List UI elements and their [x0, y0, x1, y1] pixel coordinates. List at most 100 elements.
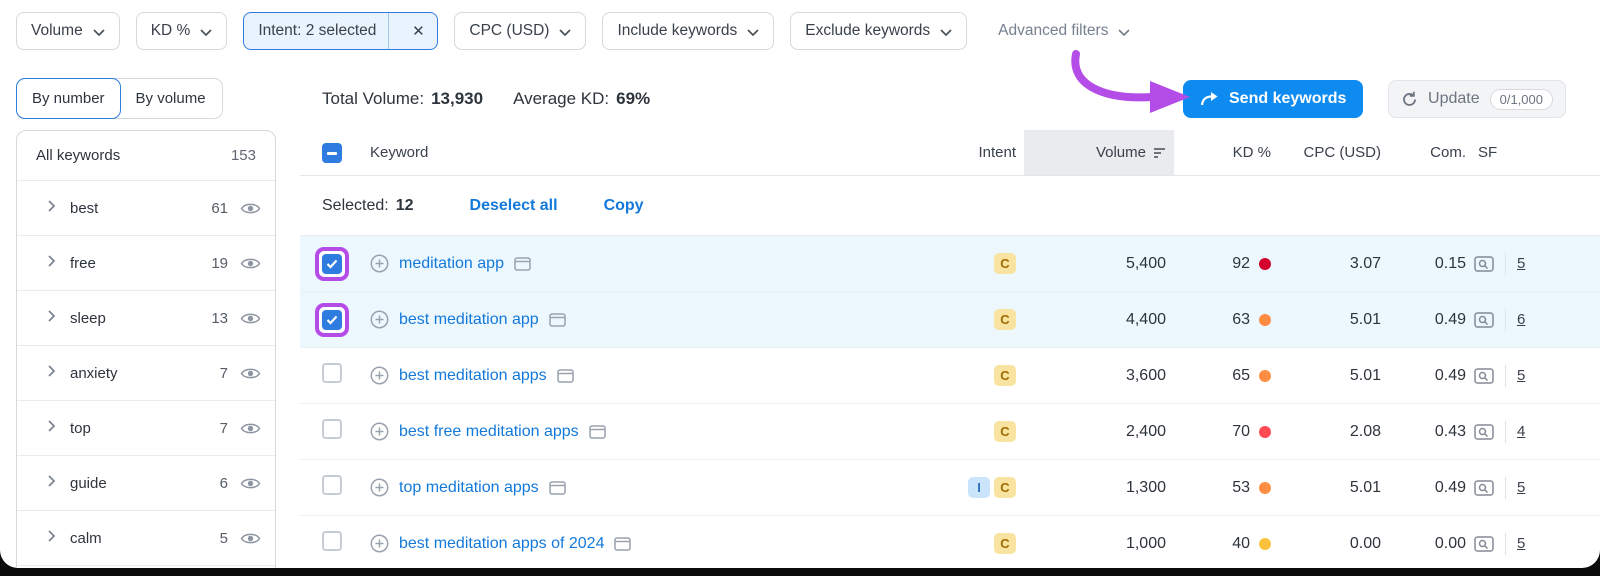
- group-label: calm: [70, 530, 220, 547]
- tab-by-volume[interactable]: By volume: [120, 79, 222, 118]
- keyword-link[interactable]: best meditation apps: [399, 367, 547, 385]
- serp-features-icon[interactable]: [1474, 256, 1494, 272]
- row-checkbox[interactable]: [322, 419, 342, 439]
- eye-icon[interactable]: [240, 201, 261, 216]
- chevron-right-icon[interactable]: [47, 199, 56, 218]
- group-label: best: [70, 200, 211, 217]
- sf-count-link[interactable]: 5: [1517, 367, 1525, 384]
- sidebar-item-group[interactable]: best 61: [17, 181, 275, 236]
- sf-count-link[interactable]: 6: [1517, 311, 1525, 328]
- eye-icon[interactable]: [240, 476, 261, 491]
- add-keyword-icon[interactable]: [370, 310, 389, 329]
- add-keyword-icon[interactable]: [370, 254, 389, 273]
- divider: [1505, 365, 1506, 387]
- filter-cpc[interactable]: CPC (USD): [454, 12, 586, 50]
- add-keyword-icon[interactable]: [370, 478, 389, 497]
- sf-count-link[interactable]: 4: [1517, 423, 1525, 440]
- annotation-highlight: [315, 247, 349, 281]
- sidebar-item-all-keywords[interactable]: All keywords 153: [17, 131, 275, 181]
- eye-icon[interactable]: [240, 421, 261, 436]
- chevron-down-icon: [940, 29, 952, 36]
- table-row[interactable]: best meditation apps C 3,600 65 5.01 0.4…: [300, 348, 1600, 404]
- keyword-groups-panel: All keywords 153 best 61 free 19 sleep 1…: [16, 130, 276, 568]
- serp-preview-icon[interactable]: [589, 425, 606, 439]
- eye-icon[interactable]: [240, 311, 261, 326]
- chevron-right-icon[interactable]: [47, 309, 56, 328]
- eye-icon[interactable]: [240, 366, 261, 381]
- add-keyword-icon[interactable]: [370, 422, 389, 441]
- filter-exclude-keywords[interactable]: Exclude keywords: [790, 12, 967, 50]
- sf-count-link[interactable]: 5: [1517, 479, 1525, 496]
- select-all-checkbox[interactable]: [322, 143, 342, 163]
- chevron-right-icon[interactable]: [47, 529, 56, 548]
- sidebar-item-group[interactable]: anxiety 7: [17, 346, 275, 401]
- sf-count-link[interactable]: 5: [1517, 255, 1525, 272]
- filter-intent[interactable]: Intent: 2 selected ✕: [243, 12, 438, 50]
- average-kd-label: Average KD:: [513, 89, 609, 109]
- copy-link[interactable]: Copy: [604, 197, 644, 215]
- deselect-all-link[interactable]: Deselect all: [470, 197, 558, 215]
- intent-badge: C: [994, 421, 1016, 442]
- keyword-link[interactable]: best meditation apps of 2024: [399, 535, 604, 553]
- table-row[interactable]: best free meditation apps C 2,400 70 2.0…: [300, 404, 1600, 460]
- filter-include-keywords[interactable]: Include keywords: [602, 12, 774, 50]
- cpc-value: 3.07: [1279, 255, 1389, 273]
- keyword-link[interactable]: meditation app: [399, 255, 504, 273]
- row-checkbox[interactable]: [322, 254, 342, 274]
- column-header-volume[interactable]: Volume: [1024, 130, 1174, 175]
- serp-features-icon[interactable]: [1474, 536, 1494, 552]
- filter-volume[interactable]: Volume: [16, 12, 120, 50]
- serp-preview-icon[interactable]: [557, 369, 574, 383]
- chevron-right-icon[interactable]: [47, 474, 56, 493]
- group-count: 5: [220, 530, 228, 547]
- send-keywords-button[interactable]: Send keywords: [1183, 80, 1363, 118]
- cpc-value: 5.01: [1279, 311, 1389, 329]
- filter-kd[interactable]: KD %: [136, 12, 228, 50]
- group-label: top: [70, 420, 220, 437]
- table-row[interactable]: top meditation apps I C 1,300 53 5.01 0.…: [300, 460, 1600, 516]
- sidebar-item-group[interactable]: sleep 13: [17, 291, 275, 346]
- add-keyword-icon[interactable]: [370, 534, 389, 553]
- keyword-link[interactable]: best free meditation apps: [399, 423, 579, 441]
- volume-value: 1,000: [1024, 535, 1174, 553]
- annotation-highlight: [315, 303, 349, 337]
- serp-features-icon[interactable]: [1474, 312, 1494, 328]
- serp-preview-icon[interactable]: [549, 481, 566, 495]
- table-row[interactable]: meditation app C 5,400 92 3.07 0.15 5: [300, 236, 1600, 292]
- update-button[interactable]: Update 0/1,000: [1388, 80, 1566, 118]
- group-sort-toggle: By number By volume: [16, 78, 223, 119]
- serp-features-icon[interactable]: [1474, 424, 1494, 440]
- sidebar-item-group[interactable]: free 19: [17, 236, 275, 291]
- close-icon[interactable]: ✕: [399, 13, 437, 49]
- table-row[interactable]: best meditation apps of 2024 C 1,000 40 …: [300, 516, 1600, 568]
- sidebar-item-group[interactable]: calm 5: [17, 511, 275, 566]
- results-table: Keyword Intent Volume KD % CPC (USD) Com…: [300, 130, 1600, 568]
- row-checkbox[interactable]: [322, 363, 342, 383]
- chevron-right-icon[interactable]: [47, 419, 56, 438]
- filter-advanced[interactable]: Advanced filters: [983, 12, 1145, 50]
- table-row[interactable]: best meditation app C 4,400 63 5.01 0.49…: [300, 292, 1600, 348]
- chevron-right-icon[interactable]: [47, 254, 56, 273]
- tab-by-number[interactable]: By number: [16, 78, 121, 119]
- keyword-link[interactable]: best meditation app: [399, 311, 539, 329]
- all-keywords-count: 153: [231, 147, 256, 164]
- row-checkbox[interactable]: [322, 310, 342, 330]
- chevron-right-icon[interactable]: [47, 364, 56, 383]
- sidebar-item-group[interactable]: guide 6: [17, 456, 275, 511]
- column-header-kd: KD %: [1174, 144, 1279, 161]
- serp-preview-icon[interactable]: [514, 257, 531, 271]
- sidebar-item-group[interactable]: top 7: [17, 401, 275, 456]
- serp-preview-icon[interactable]: [614, 537, 631, 551]
- row-checkbox[interactable]: [322, 475, 342, 495]
- sf-count-link[interactable]: 5: [1517, 535, 1525, 552]
- eye-icon[interactable]: [240, 256, 261, 271]
- intent-badge: C: [994, 365, 1016, 386]
- add-keyword-icon[interactable]: [370, 366, 389, 385]
- serp-features-icon[interactable]: [1474, 368, 1494, 384]
- eye-icon[interactable]: [240, 531, 261, 546]
- serp-features-icon[interactable]: [1474, 480, 1494, 496]
- serp-preview-icon[interactable]: [549, 313, 566, 327]
- keyword-link[interactable]: top meditation apps: [399, 479, 539, 497]
- row-checkbox[interactable]: [322, 531, 342, 551]
- volume-value: 5,400: [1024, 255, 1174, 273]
